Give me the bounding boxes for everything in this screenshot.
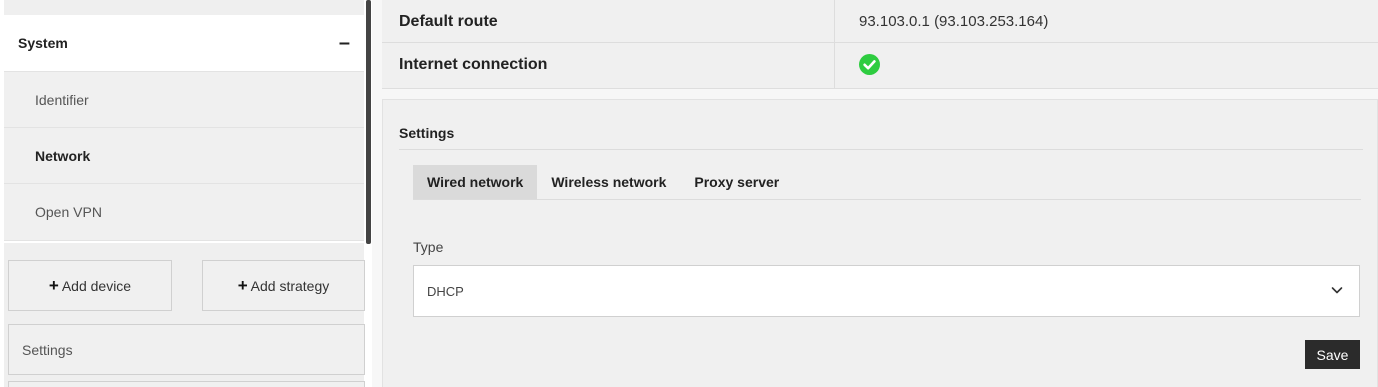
chevron-down-icon (1331, 287, 1343, 294)
sidebar-next-item[interactable] (8, 381, 365, 387)
add-device-button[interactable]: + Add device (8, 260, 172, 311)
type-select-value: DHCP (427, 283, 464, 299)
sidebar-group-system[interactable]: System – (4, 15, 364, 72)
sidebar-settings-link[interactable]: Settings (8, 324, 365, 375)
tab-proxy-server[interactable]: Proxy server (680, 165, 793, 200)
add-strategy-button[interactable]: + Add strategy (202, 260, 365, 311)
sidebar-item-label: Network (35, 147, 91, 164)
check-circle-icon (859, 54, 880, 75)
plus-icon: + (48, 275, 59, 295)
table-divider (834, 0, 835, 88)
sidebar-scrollbar[interactable] (366, 0, 371, 244)
settings-tabs: Wired network Wireless network Proxy ser… (413, 165, 793, 200)
sidebar-item-network[interactable]: Network (4, 128, 364, 184)
tab-wireless-network[interactable]: Wireless network (537, 165, 680, 200)
info-value: 93.103.0.1 (93.103.253.164) (859, 13, 1049, 30)
settings-title: Settings (399, 125, 455, 141)
sidebar-settings-label: Settings (22, 341, 73, 358)
info-row-default-route: Default route 93.103.0.1 (93.103.253.164… (382, 0, 1378, 43)
network-info-table: Default route 93.103.0.1 (93.103.253.164… (382, 0, 1378, 89)
sidebar-item-identifier[interactable]: Identifier (4, 72, 364, 128)
main-content: Default route 93.103.0.1 (93.103.253.164… (372, 0, 1378, 387)
info-label: Default route (399, 13, 498, 30)
sidebar-group-label: System (18, 35, 68, 51)
sidebar-item-open-vpn[interactable]: Open VPN (4, 184, 364, 241)
divider (399, 149, 1363, 150)
settings-panel: Settings Wired network Wireless network … (382, 99, 1378, 387)
info-row-internet-connection: Internet connection (382, 43, 1378, 86)
collapse-icon[interactable]: – (339, 33, 350, 53)
type-label: Type (413, 239, 444, 255)
info-label: Internet connection (399, 56, 548, 73)
sidebar-item-label: Open VPN (35, 204, 102, 220)
save-button[interactable]: Save (1305, 340, 1360, 369)
sidebar-item-label: Identifier (35, 91, 89, 108)
divider (413, 199, 1361, 200)
sidebar-top-item[interactable] (4, 0, 364, 16)
plus-icon: + (237, 275, 248, 295)
sidebar: System – Identifier Network Open VPN + A… (0, 0, 371, 387)
add-strategy-label: Add strategy (250, 277, 330, 294)
add-device-label: Add device (61, 277, 132, 294)
tab-wired-network[interactable]: Wired network (413, 165, 538, 200)
type-select[interactable]: DHCP (413, 265, 1360, 317)
